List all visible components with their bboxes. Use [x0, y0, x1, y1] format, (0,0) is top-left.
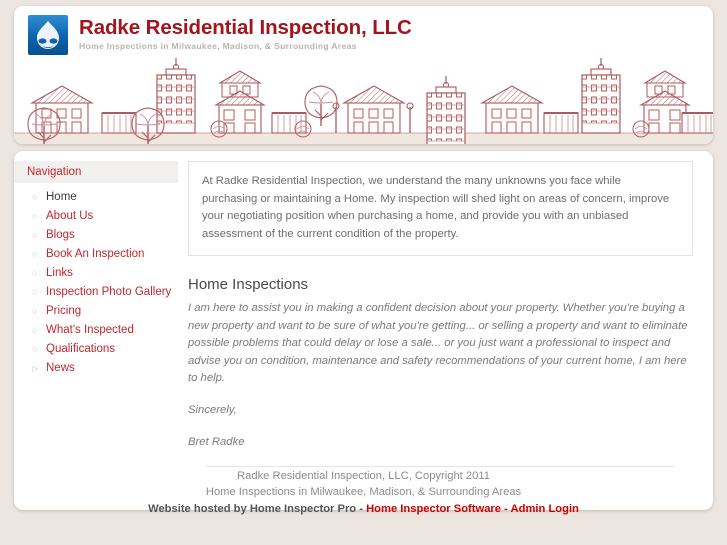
sidebar-item-whats-inspected[interactable]: ○ What's Inspected	[14, 323, 178, 337]
sidebar-item-blogs[interactable]: ○ Blogs	[14, 228, 178, 242]
circle-bullet-icon: ○	[32, 287, 38, 297]
sidebar-item-label[interactable]: Blogs	[46, 228, 75, 242]
sidebar-item-label[interactable]: Links	[46, 266, 73, 280]
sidebar-item-label[interactable]: Qualifications	[46, 342, 115, 356]
list-item: ○ Links	[14, 266, 178, 280]
sidebar-item-pricing[interactable]: ○ Pricing	[14, 304, 178, 318]
sidebar-item-qualifications[interactable]: ○ Qualifications	[14, 342, 178, 356]
list-item: ○ About Us	[14, 209, 178, 223]
footer-areas: Home Inspections in Milwaukee, Madison, …	[205, 486, 522, 498]
circle-bullet-icon: ○	[32, 268, 38, 278]
list-item: ○ What's Inspected	[14, 323, 178, 337]
sidebar-item-label[interactable]: Inspection Photo Gallery	[46, 285, 171, 299]
home-inspector-software-link[interactable]: Home Inspector Software	[366, 503, 501, 515]
list-item: ○ Pricing	[14, 304, 178, 318]
circle-bullet-icon: ○	[32, 230, 38, 240]
closing-line: Sincerely,	[188, 403, 237, 416]
site-title[interactable]: Radke Residential Inspection, LLC	[79, 16, 412, 39]
circle-bullet-icon: ○	[32, 211, 38, 221]
site-footer: Radke Residential Inspection, LLC, Copyr…	[14, 455, 713, 533]
sidebar-item-label[interactable]: Pricing	[46, 304, 81, 318]
circle-bullet-icon: ○	[32, 249, 38, 259]
triangle-expand-icon[interactable]: ▷	[32, 362, 44, 376]
circle-bullet-icon: ○	[32, 344, 38, 354]
sidebar-item-label[interactable]: About Us	[46, 209, 93, 223]
list-item: ○ Inspection Photo Gallery	[14, 285, 178, 299]
site-slogan: Home Inspections in Milwaukee, Madison, …	[79, 41, 357, 51]
navigation-menu: ○ Home ○ About Us ○ Blogs ○ Book An Insp…	[14, 190, 178, 376]
sidebar-block-title: Navigation	[14, 161, 178, 183]
sidebar-item-links[interactable]: ○ Links	[14, 266, 178, 280]
footer-hosted-line: Website hosted by Home Inspector Pro - H…	[14, 501, 713, 517]
intro-box: At Radke Residential Inspection, we unde…	[188, 161, 693, 256]
site-header-panel: Radke Residential Inspection, LLC Home I…	[14, 6, 713, 144]
admin-login-link[interactable]: Admin Login	[511, 503, 579, 515]
sidebar-item-label[interactable]: What's Inspected	[46, 323, 134, 337]
list-item: ▷ News	[14, 361, 178, 376]
list-item: ○ Blogs	[14, 228, 178, 242]
sidebar-item-label[interactable]: News	[46, 361, 75, 375]
sidebar-item-book-an-inspection[interactable]: ○ Book An Inspection	[14, 247, 178, 261]
page-title: Home Inspections	[188, 276, 309, 293]
drupal-drop-icon	[28, 15, 68, 55]
list-item: ○ Qualifications	[14, 342, 178, 356]
circle-bullet-icon: ○	[32, 306, 38, 316]
sidebar-item-home[interactable]: ○ Home	[14, 190, 178, 204]
neighborhood-houses-illustration	[14, 58, 713, 144]
circle-bullet-icon: ○	[32, 325, 38, 335]
footer-link-separator: -	[501, 503, 511, 515]
brand-text-group: Radke Residential Inspection, LLC Home I…	[79, 15, 412, 53]
circle-bullet-icon: ○	[32, 192, 38, 202]
sidebar-item-about-us[interactable]: ○ About Us	[14, 209, 178, 223]
sidebar-item-label[interactable]: Home	[46, 190, 77, 204]
signature-line: Bret Radke	[188, 435, 245, 448]
sidebar-item-label[interactable]: Book An Inspection	[46, 247, 144, 261]
footer-copyright: Radke Residential Inspection, LLC, Copyr…	[237, 470, 490, 482]
sidebar-item-inspection-photo-gallery[interactable]: ○ Inspection Photo Gallery	[14, 285, 178, 299]
page-root: Radke Residential Inspection, LLC Home I…	[0, 0, 727, 545]
list-item: ○ Book An Inspection	[14, 247, 178, 261]
site-branding: Radke Residential Inspection, LLC Home I…	[14, 6, 713, 58]
list-item: ○ Home	[14, 190, 178, 204]
sidebar-item-news[interactable]: ▷ News	[14, 361, 178, 376]
intro-paragraph: At Radke Residential Inspection, we unde…	[202, 175, 670, 240]
body-paragraph: I am here to assist you in making a conf…	[188, 302, 688, 384]
footer-hosted-prefix: Website hosted by Home Inspector Pro -	[148, 503, 367, 515]
